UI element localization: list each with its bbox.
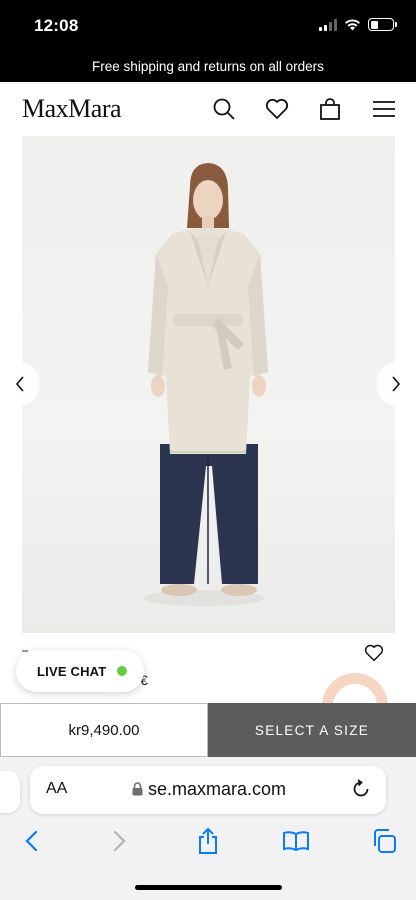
back-icon[interactable] (15, 825, 47, 857)
chevron-right-icon (392, 376, 401, 392)
battery-icon (368, 18, 397, 31)
share-icon[interactable] (192, 825, 224, 857)
browser-chrome: AA se.maxmara.com (0, 757, 416, 900)
model-coat-illustration (144, 163, 268, 606)
live-chat-button[interactable]: LIVE CHAT (16, 650, 144, 692)
purchase-bar: kr9,490.00 SELECT A SIZE (0, 703, 416, 757)
product-image[interactable] (22, 136, 395, 633)
product-price: kr9,490.00 (0, 703, 208, 757)
chevron-left-icon (15, 376, 24, 392)
carousel-next-button[interactable] (376, 362, 416, 406)
reload-icon[interactable] (350, 778, 372, 800)
lock-icon (132, 782, 143, 796)
forward-icon[interactable] (104, 825, 136, 857)
wishlist-heart-icon[interactable] (264, 96, 290, 122)
url-text[interactable]: se.maxmara.com (148, 779, 286, 800)
menu-icon[interactable] (371, 96, 397, 122)
bookmarks-icon[interactable] (280, 825, 312, 857)
text-size-button[interactable]: AA (46, 780, 67, 798)
select-size-button[interactable]: SELECT A SIZE (208, 703, 416, 757)
status-time: 12:08 (34, 16, 79, 35)
site-header: MaxMara (0, 82, 416, 136)
wifi-icon (345, 19, 360, 31)
status-icons (319, 18, 397, 31)
product-wishlist-heart-icon[interactable] (364, 644, 384, 667)
home-indicator (135, 885, 282, 890)
online-status-dot (117, 666, 128, 676)
live-chat-label: LIVE CHAT (37, 663, 107, 679)
tabs-icon[interactable] (368, 825, 400, 857)
shopping-bag-icon[interactable] (317, 96, 343, 122)
brand-logo[interactable]: MaxMara (22, 94, 122, 124)
status-bar: 12:08 (0, 0, 416, 54)
search-icon[interactable] (211, 96, 237, 122)
cellular-signal-icon (319, 18, 337, 31)
address-bar[interactable]: AA se.maxmara.com (30, 766, 386, 814)
previous-tab-preview[interactable] (0, 771, 20, 813)
promo-banner: Free shipping and returns on all orders (0, 54, 416, 82)
